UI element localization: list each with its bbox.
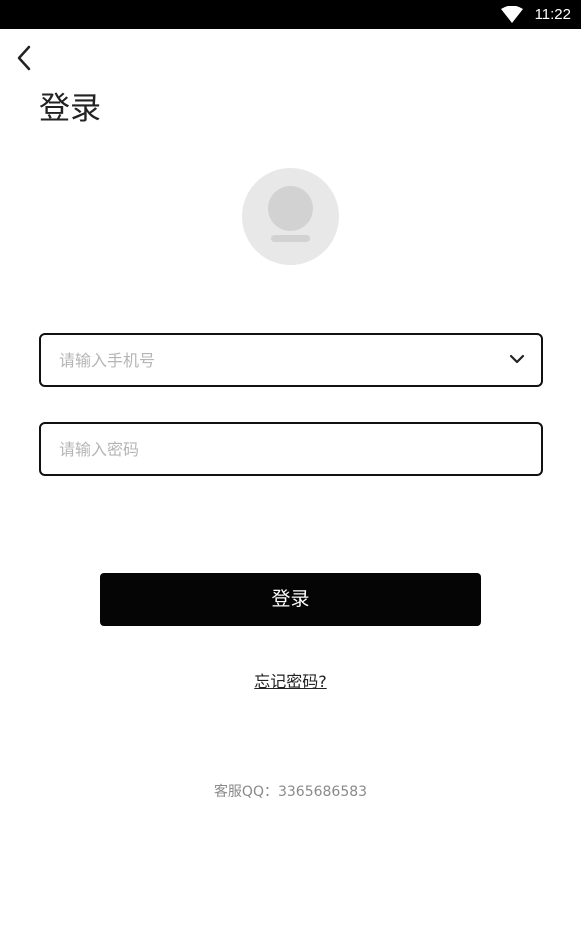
login-button[interactable]: 登录: [100, 573, 481, 626]
chevron-down-icon[interactable]: [509, 353, 525, 365]
user-avatar-icon: [242, 168, 339, 265]
phone-input[interactable]: [59, 335, 479, 385]
status-bar: 11:22: [0, 0, 581, 29]
password-input[interactable]: [59, 424, 479, 474]
forgot-password-link[interactable]: 忘记密码?: [254, 672, 327, 691]
avatar-head: [268, 186, 313, 231]
phone-field[interactable]: [39, 333, 543, 387]
page-title: 登录: [39, 91, 101, 127]
support-contact: 客服QQ：3365686583: [213, 784, 368, 800]
back-button[interactable]: [12, 43, 38, 73]
forgot-password-row: 忘记密码?: [0, 670, 581, 694]
status-time: 11:22: [534, 6, 571, 23]
wifi-icon: [501, 6, 523, 23]
avatar-base: [271, 235, 310, 242]
password-field[interactable]: [39, 422, 543, 476]
chevron-left-icon: [17, 45, 31, 71]
